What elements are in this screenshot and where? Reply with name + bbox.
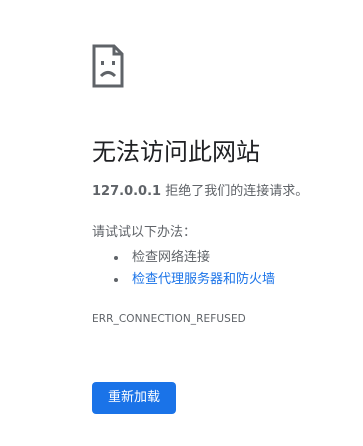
error-code: ERR_CONNECTION_REFUSED: [92, 313, 246, 325]
suggestion-label: 检查网络连接: [132, 250, 211, 265]
check-proxy-firewall-link[interactable]: 检查代理服务器和防火墙: [132, 272, 275, 287]
suggestions-list: 检查网络连接 检查代理服务器和防火墙: [110, 247, 275, 291]
sad-page-icon: [92, 44, 124, 88]
suggestions-heading: 请试试以下办法：: [92, 225, 197, 240]
summary-text: 拒绝了我们的连接请求。: [161, 184, 309, 199]
suggestion-item-check-network: 检查网络连接: [110, 247, 275, 269]
suggestion-item-check-proxy: 检查代理服务器和防火墙: [110, 269, 275, 291]
error-page: 无法访问此网站 127.0.0.1 拒绝了我们的连接请求。 请试试以下办法： 检…: [0, 0, 363, 446]
host-address: 127.0.0.1: [92, 184, 162, 199]
error-summary: 127.0.0.1 拒绝了我们的连接请求。: [92, 182, 308, 202]
reload-button[interactable]: 重新加载: [92, 382, 177, 414]
page-title: 无法访问此网站: [92, 138, 260, 166]
